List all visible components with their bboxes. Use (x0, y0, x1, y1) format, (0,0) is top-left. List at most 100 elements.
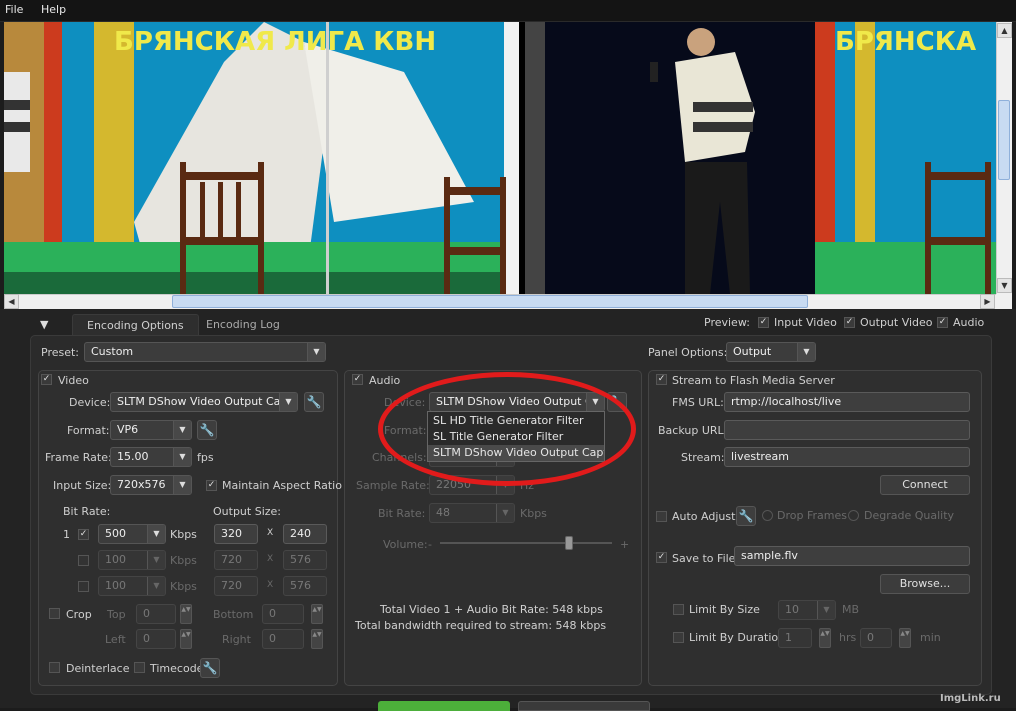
save-file-input[interactable]: sample.flv (734, 546, 970, 566)
preview-output-video-checkbox[interactable]: ✓ (844, 317, 855, 328)
preview-divider (519, 22, 525, 294)
stream-name-input[interactable]: livestream (724, 447, 970, 467)
horizontal-scroll-thumb[interactable] (172, 295, 808, 308)
chevron-down-icon: ▼ (496, 504, 514, 522)
bitrate-row-2-dropdown[interactable]: 100 ▼ (98, 550, 166, 570)
output-height-3-input[interactable]: 576 (283, 576, 327, 596)
output-height-1-input[interactable]: 240 (283, 524, 327, 544)
auto-adjust-settings-wrench-icon[interactable]: 🔧 (736, 506, 756, 526)
tab-encoding-log[interactable]: Encoding Log (192, 314, 294, 336)
video-device-dropdown[interactable]: SLTM DShow Video Output Captu ▼ (110, 392, 298, 412)
collapse-arrow-icon[interactable]: ▼ (40, 318, 48, 331)
output-size-header: Output Size: (213, 505, 281, 518)
stop-button[interactable] (518, 701, 650, 711)
volume-minus: - (428, 538, 432, 551)
timecode-settings-wrench-icon[interactable]: 🔧 (200, 658, 220, 678)
crop-left-label: Left (105, 633, 126, 646)
vertical-scroll-thumb[interactable] (998, 100, 1010, 180)
fms-url-input[interactable]: rtmp://localhost/live (724, 392, 970, 412)
deinterlace-checkbox[interactable] (49, 662, 60, 673)
video-format-label: Format: (67, 424, 110, 437)
menu-help[interactable]: Help (41, 3, 66, 16)
scroll-left-arrow-icon[interactable]: ◀ (4, 294, 19, 309)
audio-bit-rate-dropdown[interactable]: 48 ▼ (429, 503, 515, 523)
frame-rate-value: 15.00 (117, 450, 149, 463)
limit-by-duration-checkbox[interactable] (673, 632, 684, 643)
output-width-1-input[interactable]: 320 (214, 524, 258, 544)
output-width-2-input[interactable]: 720 (214, 550, 258, 570)
audio-kbps-label: Kbps (520, 507, 547, 520)
min-unit-label: min (920, 631, 941, 644)
video-device-settings-wrench-icon[interactable]: 🔧 (304, 392, 324, 412)
backup-url-label: Backup URL: (658, 424, 728, 437)
duration-minutes-spinner[interactable]: ▲▼ (899, 628, 911, 648)
audio-sample-rate-label: Sample Rate: (356, 479, 430, 492)
volume-slider-track[interactable] (440, 542, 612, 544)
output-video-preview: БРЯНСКА (525, 22, 996, 294)
crop-right-spinner[interactable]: ▲▼ (311, 629, 323, 649)
backup-url-input[interactable] (724, 420, 970, 440)
stream-fms-checkbox[interactable]: ✓ (656, 374, 667, 385)
stream-name-label: Stream: (681, 451, 725, 464)
input-video-preview: БРЯНСКАЯ ЛИГА КВН (4, 22, 519, 294)
bitrate-row-1-checkbox[interactable]: ✓ (78, 529, 89, 540)
crop-bottom-input[interactable]: 0 (262, 604, 304, 624)
chevron-down-icon: ▼ (307, 343, 325, 361)
crop-top-spinner[interactable]: ▲▼ (180, 604, 192, 624)
scroll-right-arrow-icon[interactable]: ▶ (980, 294, 995, 309)
volume-slider-handle[interactable] (565, 536, 573, 550)
degrade-quality-radio[interactable] (848, 510, 859, 521)
duration-hours-input[interactable]: 1 (778, 628, 812, 648)
limit-by-size-label: Limit By Size (689, 603, 760, 616)
video-enable-checkbox[interactable]: ✓ (41, 374, 52, 385)
frame-rate-dropdown[interactable]: 15.00 ▼ (110, 447, 192, 467)
panel-options-dropdown[interactable]: Output ▼ (726, 342, 816, 362)
duration-hours-spinner[interactable]: ▲▼ (819, 628, 831, 648)
bitrate-row-3-value: 100 (105, 579, 126, 592)
audio-bit-rate-value: 48 (436, 506, 450, 519)
maintain-aspect-label: Maintain Aspect Ratio (222, 479, 342, 492)
auto-adjust-checkbox[interactable] (656, 511, 667, 522)
video-format-settings-wrench-icon[interactable]: 🔧 (197, 420, 217, 440)
preset-dropdown[interactable]: Custom ▼ (84, 342, 326, 362)
chevron-down-icon: ▼ (173, 476, 191, 494)
output-width-3-input[interactable]: 720 (214, 576, 258, 596)
limit-size-dropdown[interactable]: 10 ▼ (778, 600, 836, 620)
video-format-dropdown[interactable]: VP6 ▼ (110, 420, 192, 440)
duration-minutes-input[interactable]: 0 (860, 628, 892, 648)
crop-checkbox[interactable] (49, 608, 60, 619)
menu-file[interactable]: File (5, 3, 23, 16)
crop-left-input[interactable]: 0 (136, 629, 176, 649)
maintain-aspect-checkbox[interactable]: ✓ (206, 480, 217, 491)
timecode-checkbox[interactable] (134, 662, 145, 673)
save-to-file-checkbox[interactable]: ✓ (656, 552, 667, 563)
limit-by-size-checkbox[interactable] (673, 604, 684, 615)
connect-button[interactable]: Connect (880, 475, 970, 495)
highlight-annotation-oval (378, 372, 636, 486)
scroll-corner (996, 294, 1012, 309)
drop-frames-radio[interactable] (762, 510, 773, 521)
chevron-down-icon: ▼ (147, 525, 165, 543)
bitrate-row-1-number: 1 (63, 528, 70, 541)
chevron-down-icon: ▼ (173, 421, 191, 439)
crop-top-input[interactable]: 0 (136, 604, 176, 624)
audio-group-title: Audio (369, 374, 401, 387)
browse-button[interactable]: Browse... (880, 574, 970, 594)
tab-encoding-options[interactable]: Encoding Options (72, 314, 199, 336)
bitrate-row-3-checkbox[interactable] (78, 581, 89, 592)
crop-right-input[interactable]: 0 (262, 629, 304, 649)
start-button[interactable] (378, 701, 510, 711)
bitrate-row-2-checkbox[interactable] (78, 555, 89, 566)
bitrate-row-1-dropdown[interactable]: 500 ▼ (98, 524, 166, 544)
crop-left-spinner[interactable]: ▲▼ (180, 629, 192, 649)
preview-input-video-checkbox[interactable]: ✓ (758, 317, 769, 328)
output-height-2-input[interactable]: 576 (283, 550, 327, 570)
input-size-dropdown[interactable]: 720x576 ▼ (110, 475, 192, 495)
crop-bottom-spinner[interactable]: ▲▼ (311, 604, 323, 624)
bitrate-row-3-dropdown[interactable]: 100 ▼ (98, 576, 166, 596)
scroll-up-arrow-icon[interactable]: ▲ (997, 23, 1012, 38)
preview-audio-checkbox[interactable]: ✓ (937, 317, 948, 328)
scroll-down-arrow-icon[interactable]: ▼ (997, 278, 1012, 293)
audio-enable-checkbox[interactable]: ✓ (352, 374, 363, 385)
chevron-down-icon: ▼ (279, 393, 297, 411)
